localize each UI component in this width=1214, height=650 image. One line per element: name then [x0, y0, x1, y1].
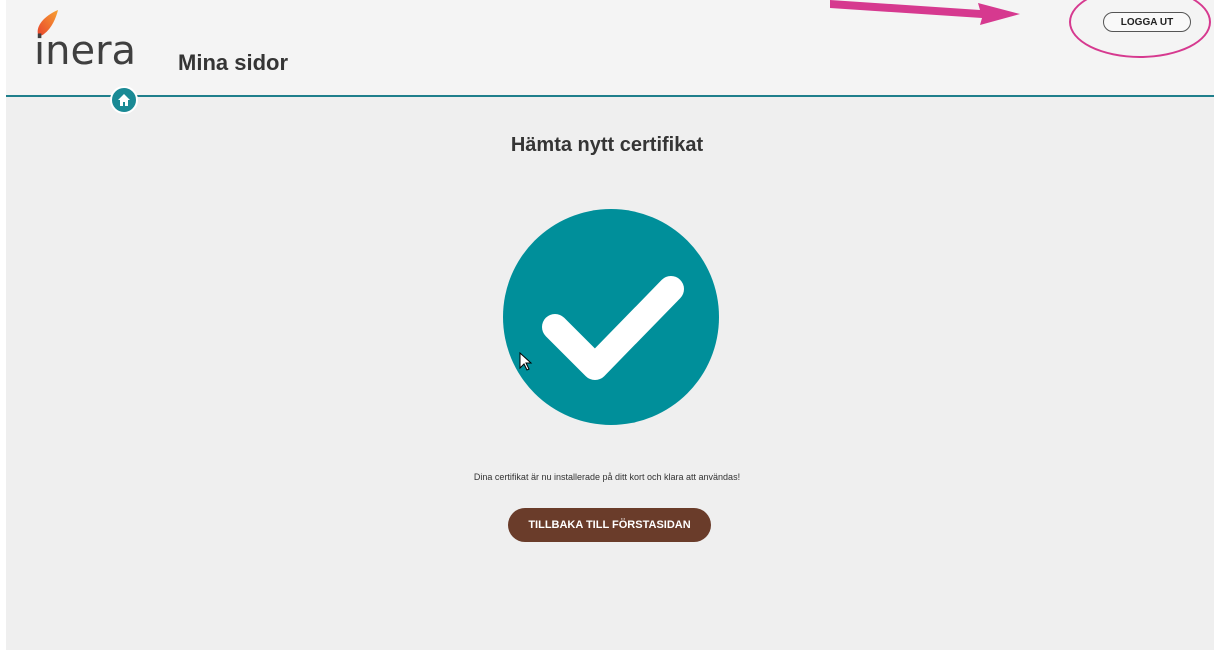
success-indicator [503, 209, 719, 425]
home-button[interactable] [110, 86, 138, 114]
success-message: Dina certifikat är nu installerade på di… [473, 472, 741, 482]
page-title: Hämta nytt certifikat [510, 134, 704, 156]
mouse-cursor-icon [519, 352, 533, 371]
annotation-arrow-icon [830, 0, 1020, 25]
back-to-start-button[interactable]: TILLBAKA TILL FÖRSTASIDAN [508, 508, 711, 542]
site-title: Mina sidor [178, 50, 289, 75]
header-divider [6, 95, 1214, 97]
header-bar [6, 0, 1214, 96]
home-icon [118, 94, 130, 106]
checkmark-icon [542, 276, 684, 380]
logo-text[interactable]: inera [34, 28, 136, 74]
